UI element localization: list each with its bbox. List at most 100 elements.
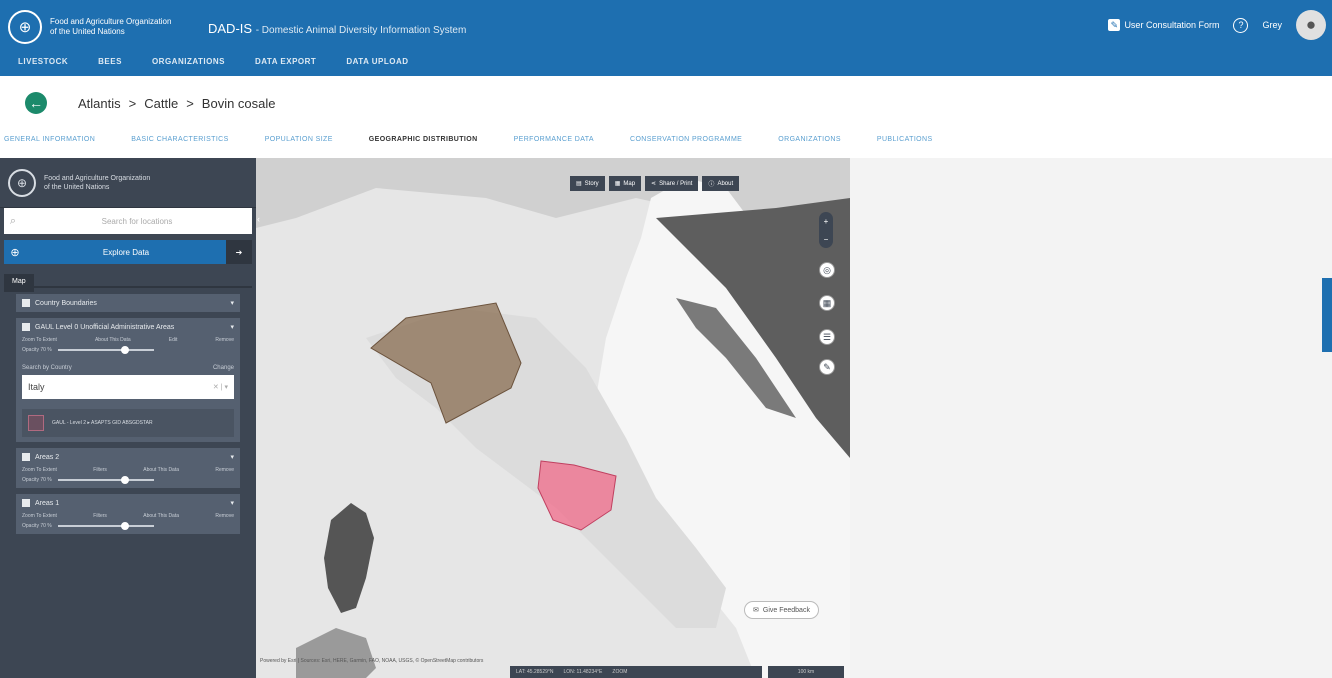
breadcrumb-breed: Bovin cosale bbox=[201, 96, 276, 111]
tab-organizations[interactable]: ORGANIZATIONS bbox=[778, 136, 841, 143]
layer-gaul-level0: GAUL Level 0 Unofficial Administrative A… bbox=[16, 318, 240, 442]
add-circle-icon: ⊕ bbox=[10, 246, 20, 259]
tab-geographic-distribution[interactable]: GEOGRAPHIC DISTRIBUTION bbox=[369, 136, 478, 143]
locate-icon[interactable]: ◎ bbox=[819, 262, 835, 278]
app-subtitle: - Domestic Animal Diversity Information … bbox=[255, 25, 467, 36]
opacity-slider-knob[interactable] bbox=[120, 522, 129, 530]
tab-map[interactable]: Map bbox=[4, 274, 34, 292]
clear-icon[interactable]: ✕ | ▾ bbox=[213, 383, 228, 391]
change-link[interactable]: Change bbox=[213, 365, 234, 371]
map-button[interactable]: ▦ Map bbox=[608, 176, 642, 191]
nav-data-upload[interactable]: DATA UPLOAD bbox=[346, 57, 408, 66]
breadcrumb-species[interactable]: Cattle bbox=[144, 96, 178, 111]
chevron-down-icon[interactable]: ▾ bbox=[230, 499, 234, 507]
breadcrumb-country[interactable]: Atlantis bbox=[78, 96, 121, 111]
country-select[interactable]: Italy ✕ | ▾ bbox=[22, 375, 234, 399]
layer-country-boundaries: Country Boundaries ▾ bbox=[16, 294, 240, 312]
layer-checkbox[interactable] bbox=[22, 323, 30, 331]
about-label: About bbox=[717, 180, 734, 187]
layer-checkbox[interactable] bbox=[22, 299, 30, 307]
zoom-out-icon[interactable]: − bbox=[824, 235, 829, 244]
remove-link[interactable]: Remove bbox=[215, 513, 234, 519]
arrow-right-icon[interactable]: ➔ bbox=[226, 240, 252, 264]
tab-basic-characteristics[interactable]: BASIC CHARACTERISTICS bbox=[131, 136, 228, 143]
map-attribution: Powered by Esri | Sources: Esri, HERE, G… bbox=[260, 658, 484, 664]
info-icon: ⓘ bbox=[708, 182, 715, 188]
edit-link[interactable]: Edit bbox=[169, 337, 178, 343]
opacity-label: Opacity 70 % bbox=[22, 477, 52, 483]
chevron-down-icon[interactable]: ▾ bbox=[230, 299, 234, 307]
about-data-link[interactable]: About This Data bbox=[143, 513, 179, 519]
nav-livestock[interactable]: LIVESTOCK bbox=[18, 57, 68, 66]
nav-data-export[interactable]: DATA EXPORT bbox=[255, 57, 316, 66]
tab-conservation-programme[interactable]: CONSERVATION PROGRAMME bbox=[630, 136, 742, 143]
chevron-down-icon[interactable]: ▾ bbox=[230, 323, 234, 331]
coordinate-readout: LAT: 45.28529°N LON: 11.48234°E ZOOM bbox=[510, 666, 762, 678]
map-view[interactable]: ‹ ▤ Story ▦ Map ⋖ Share / Print ⓘ About + − … bbox=[256, 158, 850, 678]
collapse-sidebar-icon[interactable]: ‹ bbox=[257, 214, 260, 224]
layer-title: Areas 2 bbox=[35, 453, 60, 461]
legend-text: GAUL - Level 2 ▸ ASAPTS GID ABSGDSTAR bbox=[52, 420, 153, 426]
tab-publications[interactable]: PUBLICATIONS bbox=[877, 136, 933, 143]
map-label: Map bbox=[623, 180, 636, 187]
main-nav: LIVESTOCK BEES ORGANIZATIONS DATA EXPORT… bbox=[18, 57, 409, 66]
draw-icon[interactable]: ✎ bbox=[819, 359, 835, 375]
fao-brand[interactable]: ⊕ Food and Agriculture Organization of t… bbox=[8, 10, 190, 44]
feedback-icon: ✉ bbox=[753, 607, 759, 614]
layer-checkbox[interactable] bbox=[22, 453, 30, 461]
nav-bees[interactable]: BEES bbox=[98, 57, 122, 66]
nav-organizations[interactable]: ORGANIZATIONS bbox=[152, 57, 225, 66]
zoom-to-extent-link[interactable]: Zoom To Extent bbox=[22, 467, 57, 473]
layer-areas-1: Areas 1 ▾ Zoom To Extent Filters About T… bbox=[16, 494, 240, 534]
about-data-link[interactable]: About This Data bbox=[143, 467, 179, 473]
zoom-readout: ZOOM bbox=[612, 669, 628, 675]
org-line2: of the United Nations bbox=[50, 27, 125, 36]
user-name[interactable]: Grey bbox=[1262, 20, 1282, 30]
side-feedback-tab[interactable] bbox=[1322, 278, 1332, 352]
search-icon: ⌕ bbox=[9, 214, 17, 227]
about-data-link[interactable]: About This Data bbox=[95, 337, 131, 343]
opacity-label: Opacity 70 % bbox=[22, 523, 52, 529]
zoom-in-icon[interactable]: + bbox=[824, 217, 829, 226]
avatar[interactable]: ● bbox=[1296, 10, 1326, 40]
zoom-to-extent-link[interactable]: Zoom To Extent bbox=[22, 337, 57, 343]
remove-link[interactable]: Remove bbox=[215, 467, 234, 473]
org-line1: Food and Agriculture Organization bbox=[50, 17, 172, 26]
filters-link[interactable]: Filters bbox=[93, 467, 107, 473]
layer-title: GAUL Level 0 Unofficial Administrative A… bbox=[35, 323, 175, 331]
about-button[interactable]: ⓘ About bbox=[702, 176, 740, 191]
tab-population-size[interactable]: POPULATION SIZE bbox=[265, 136, 333, 143]
tab-performance-data[interactable]: PERFORMANCE DATA bbox=[514, 136, 594, 143]
zoom-to-extent-link[interactable]: Zoom To Extent bbox=[22, 513, 57, 519]
legend-icon[interactable]: ☰ bbox=[819, 329, 835, 345]
give-feedback-button[interactable]: ✉ Give Feedback bbox=[744, 601, 819, 619]
app-code: DAD-IS bbox=[208, 21, 253, 36]
opacity-slider[interactable] bbox=[57, 346, 154, 354]
opacity-slider-knob[interactable] bbox=[120, 346, 129, 354]
story-icon: ▤ bbox=[576, 181, 582, 187]
back-button[interactable]: ← bbox=[25, 92, 47, 114]
filters-link[interactable]: Filters bbox=[93, 513, 107, 519]
remove-link[interactable]: Remove bbox=[215, 337, 234, 343]
explore-data-button[interactable]: ⊕ Explore Data ➔ bbox=[4, 240, 252, 264]
breadcrumb-sep: > bbox=[186, 96, 194, 111]
layer-checkbox[interactable] bbox=[22, 499, 30, 507]
page-header: ← Atlantis > Cattle > Bovin cosale GENER… bbox=[0, 76, 1332, 158]
opacity-slider-knob[interactable] bbox=[120, 476, 129, 484]
chevron-down-icon[interactable]: ▾ bbox=[230, 453, 234, 461]
share-label: Share / Print bbox=[659, 180, 693, 187]
feedback-label: Give Feedback bbox=[762, 606, 810, 614]
basemap-gallery-icon[interactable]: ▦ bbox=[819, 295, 835, 311]
tab-general-information[interactable]: GENERAL INFORMATION bbox=[4, 136, 95, 143]
story-button[interactable]: ▤ Story bbox=[570, 176, 605, 191]
help-icon[interactable]: ? bbox=[1233, 17, 1249, 33]
opacity-slider[interactable] bbox=[57, 476, 154, 484]
sidebar-tabs: Map bbox=[4, 270, 252, 292]
zoom-control: + − bbox=[819, 212, 833, 248]
consultation-form-button[interactable]: ✎ User Consultation Form bbox=[1108, 19, 1219, 31]
share-print-button[interactable]: ⋖ Share / Print bbox=[645, 176, 699, 191]
search-placeholder: Search for locations bbox=[101, 216, 173, 226]
top-bar: ⊕ Food and Agriculture Organization of t… bbox=[0, 0, 1332, 76]
location-search-input[interactable]: ⌕ Search for locations bbox=[4, 208, 252, 234]
opacity-slider[interactable] bbox=[57, 522, 154, 530]
